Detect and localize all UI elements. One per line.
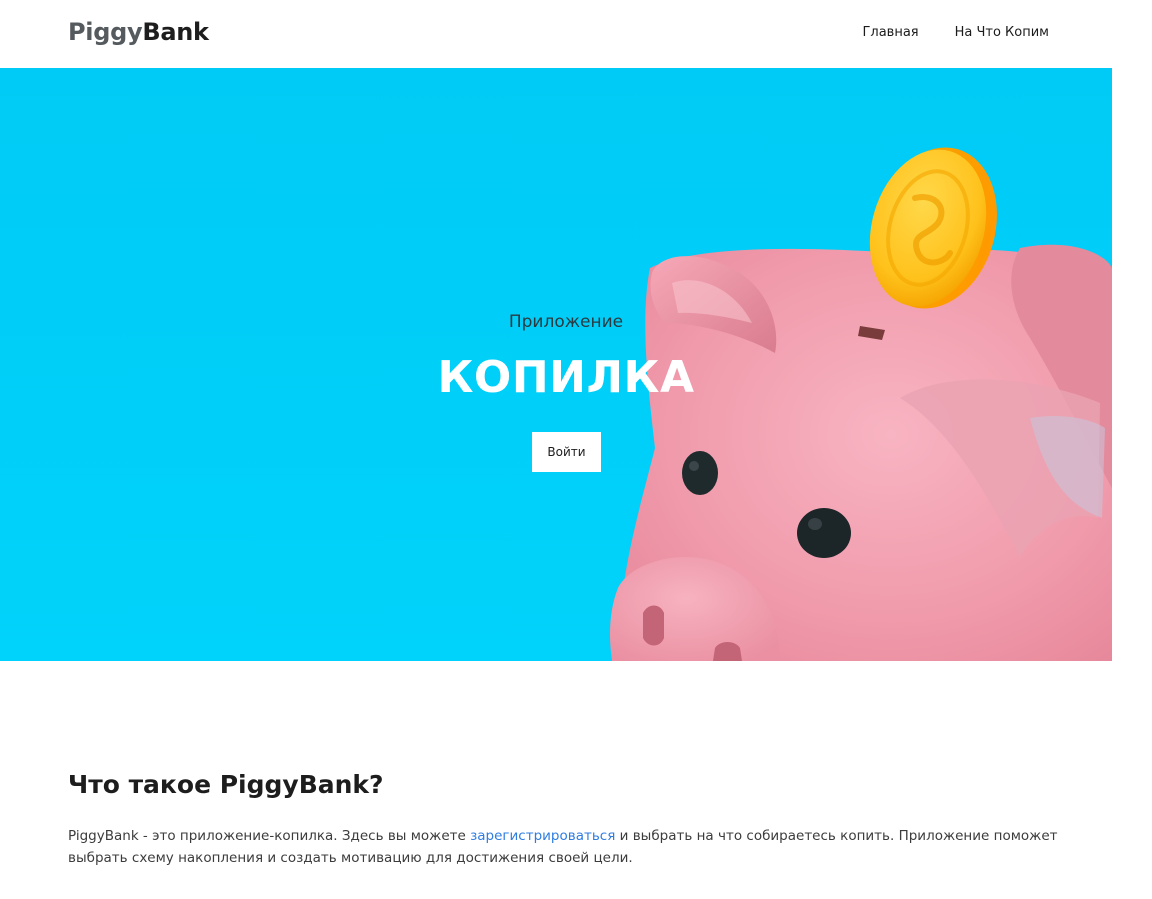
hero-subtitle: Приложение <box>508 312 624 332</box>
logo-text-piggy: Piggy <box>68 18 143 46</box>
logo-text-bank: Bank <box>142 18 209 46</box>
register-link[interactable]: зарегистрироваться <box>470 828 615 844</box>
about-text-part1: PiggyBank - это приложение-копилка. Здес… <box>68 828 471 844</box>
hero-banner: Приложение КОПИЛКА Войти <box>0 68 1112 661</box>
about-heading: Что такое PiggyBank? <box>68 770 384 799</box>
site-header: PiggyBank Главная На Что Копим <box>0 0 1112 68</box>
logo[interactable]: PiggyBank <box>68 18 209 46</box>
hero-title: КОПИЛКА <box>437 352 695 403</box>
nav-link-goals[interactable]: На Что Копим <box>955 25 1049 40</box>
about-description: PiggyBank - это приложение-копилка. Здес… <box>68 825 1058 869</box>
main-nav: Главная На Что Копим <box>862 25 1049 40</box>
nav-link-home[interactable]: Главная <box>862 25 918 40</box>
login-button[interactable]: Войти <box>532 432 601 472</box>
